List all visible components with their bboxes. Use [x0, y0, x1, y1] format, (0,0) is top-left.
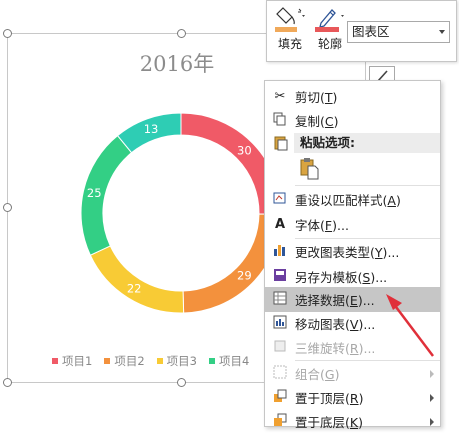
outline-button[interactable]: 轮廓 — [313, 5, 347, 57]
font-icon: A — [274, 217, 286, 232]
slice-data-label: 22 — [127, 282, 142, 296]
legend-swatch — [52, 358, 58, 364]
menu-item-select-data[interactable]: 选择数据(E)... — [265, 287, 440, 312]
menu-item-label: 另存为模板(S)... — [295, 270, 388, 285]
legend-swatch — [104, 358, 111, 364]
menu-item-move-chart[interactable]: 移动图表(V)... — [265, 311, 440, 336]
copy-icon — [265, 112, 295, 130]
menu-item-label: 选择数据(E)... — [295, 293, 375, 308]
legend-swatch — [208, 358, 215, 364]
menu-item-bring-to-front[interactable]: 置于顶层(R) — [265, 385, 440, 410]
menu-item-copy[interactable]: 复制(C) — [265, 108, 440, 133]
slice-data-label: 29 — [237, 269, 252, 283]
menu-item-label: 字体(F)... — [295, 218, 349, 233]
legend-swatch — [156, 358, 163, 364]
legend-item: 项目3 — [156, 353, 197, 369]
clipboard-icon — [300, 158, 319, 180]
select-data-icon — [265, 291, 295, 309]
menu-item-group: 组合(G) — [265, 361, 440, 386]
menu-item-label: 组合(G) — [295, 367, 340, 382]
bring-to-front-icon — [265, 389, 295, 407]
save-template-icon — [265, 268, 295, 286]
fill-label: 填充 — [277, 37, 302, 51]
menu-item-label: 置于顶层(R) — [295, 391, 364, 406]
menu-item-cut[interactable]: ✂ 剪切(T) — [265, 84, 440, 109]
send-to-back-icon — [265, 413, 295, 431]
chart-element-select[interactable]: 图表区 — [347, 21, 450, 43]
legend-item: 项目2 — [104, 353, 145, 369]
resize-handle-bottom-middle[interactable] — [177, 378, 186, 387]
legend-item: 项目4 — [208, 353, 250, 369]
menu-item-label: 剪切(T) — [295, 90, 338, 105]
legend-item: 项目1 — [52, 353, 92, 369]
paste-keep-formatting-button[interactable] — [299, 157, 321, 181]
chart-element-value: 图表区 — [352, 24, 390, 39]
mini-toolbar: 填充 轮廓 图表区 — [266, 0, 457, 62]
legend-label: 项目2 — [114, 354, 145, 368]
move-chart-icon — [265, 315, 295, 333]
menu-separator — [295, 185, 440, 186]
chevron-down-icon — [439, 30, 445, 34]
menu-item-font[interactable]: A 字体(F)... — [265, 212, 440, 237]
menu-item-label: 复制(C) — [295, 114, 339, 129]
menu-item-send-to-back[interactable]: 置于底层(K) — [265, 409, 440, 434]
menu-item-save-as-template[interactable]: 另存为模板(S)... — [265, 264, 440, 289]
resize-handle-top-left[interactable] — [3, 29, 12, 38]
reset-style-icon — [265, 191, 295, 209]
paint-bucket-icon — [275, 7, 305, 32]
menu-item-label: 置于底层(K) — [295, 415, 363, 430]
legend-label: 项目1 — [62, 354, 93, 368]
outline-label: 轮廓 — [317, 37, 342, 51]
legend-label: 项目3 — [166, 354, 197, 368]
menu-item-label: 三维旋转(R)... — [295, 341, 376, 356]
legend-label: 项目4 — [218, 354, 250, 368]
menu-item-reset-style[interactable]: 重设以匹配样式(A) — [265, 187, 440, 212]
scissors-icon: ✂ — [274, 89, 286, 104]
fill-button[interactable]: 填充 — [273, 5, 307, 57]
pencil-icon — [315, 9, 344, 32]
context-menu: ✂ 剪切(T) 复制(C) 粘贴选项: 重设以匹配样式(A) A 字体(F)..… — [264, 80, 441, 430]
group-icon — [265, 365, 295, 383]
menu-item-label: 移动图表(V)... — [295, 317, 376, 332]
submenu-arrow-icon — [430, 418, 434, 426]
chart-title[interactable]: 2016年 — [127, 48, 227, 78]
submenu-arrow-icon — [430, 394, 434, 402]
paste-options-icon — [273, 135, 289, 154]
menu-item-label: 重设以匹配样式(A) — [295, 193, 401, 208]
menu-item-change-chart-type[interactable]: 更改图表类型(Y)... — [265, 239, 440, 264]
chart-legend[interactable]: 项目1 项目2 项目3 项目4 — [52, 353, 249, 369]
resize-handle-bottom-left[interactable] — [3, 378, 12, 387]
donut-slice[interactable] — [89, 245, 185, 314]
bar-chart-icon — [265, 243, 295, 261]
rotate-3d-icon — [265, 339, 295, 357]
paste-options-header: 粘贴选项: — [294, 133, 440, 153]
submenu-arrow-icon — [430, 370, 434, 378]
slice-data-label: 25 — [87, 186, 102, 200]
slice-data-label: 13 — [144, 122, 159, 136]
menu-item-3d-rotation: 三维旋转(R)... — [265, 335, 440, 360]
slice-data-label: 30 — [237, 143, 252, 157]
menu-item-label: 更改图表类型(Y)... — [295, 245, 400, 260]
resize-handle-middle-left[interactable] — [3, 203, 12, 212]
donut-chart[interactable]: 30 29 22 25 13 — [80, 112, 282, 314]
resize-handle-top-middle[interactable] — [177, 29, 186, 38]
